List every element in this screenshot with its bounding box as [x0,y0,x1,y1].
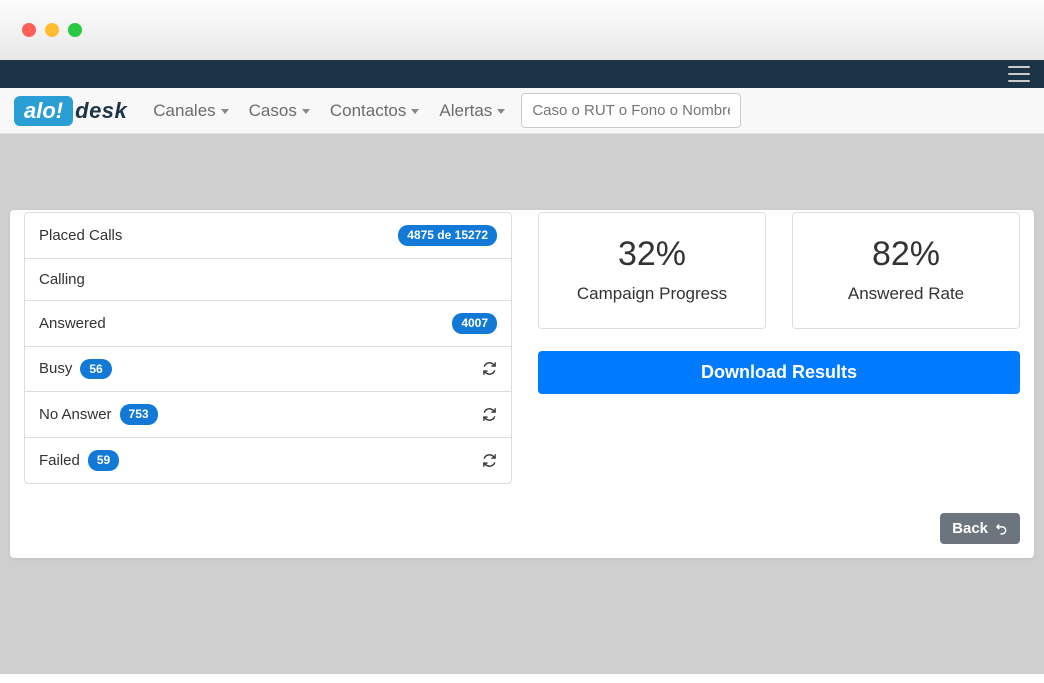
chevron-down-icon [302,109,310,114]
logo[interactable]: alo! desk [14,96,127,126]
navbar: alo! desk Canales Casos Contactos Alerta… [0,88,1044,134]
list-item-answered[interactable]: Answered 4007 [25,301,511,347]
item-label: Failed [39,452,80,469]
chevron-down-icon [411,109,419,114]
stats-column: 32% Campaign Progress 82% Answered Rate … [538,212,1020,394]
window-chrome [0,0,1044,60]
nav-items: Canales Casos Contactos Alertas [153,101,505,121]
hamburger-menu-icon[interactable] [1008,66,1030,82]
nav-label: Contactos [330,101,407,121]
badge-failed: 59 [88,450,119,471]
stat-answered-rate: 82% Answered Rate [792,212,1020,329]
list-item-placed-calls[interactable]: Placed Calls 4875 de 15272 [25,213,511,259]
undo-icon [994,521,1008,535]
stat-campaign-progress: 32% Campaign Progress [538,212,766,329]
item-label: Calling [39,271,85,288]
list-item-no-answer[interactable]: No Answer 753 [25,392,511,438]
item-label: Placed Calls [39,227,122,244]
list-item-busy[interactable]: Busy 56 [25,347,511,393]
nav-label: Canales [153,101,215,121]
nav-alertas[interactable]: Alertas [439,101,505,121]
back-label: Back [952,520,988,537]
nav-contactos[interactable]: Contactos [330,101,420,121]
refresh-icon[interactable] [482,407,497,422]
item-label: Busy [39,360,72,377]
nav-label: Alertas [439,101,492,121]
back-button[interactable]: Back [940,513,1020,544]
stat-label: Answered Rate [803,284,1009,304]
main-panel: Placed Calls 4875 de 15272 Calling Answe… [10,210,1034,558]
chevron-down-icon [221,109,229,114]
stat-value: 82% [803,235,1009,274]
window-close-dot[interactable] [22,23,36,37]
logo-text: desk [75,98,127,124]
nav-casos[interactable]: Casos [249,101,310,121]
item-label: No Answer [39,406,112,423]
list-item-calling[interactable]: Calling [25,259,511,301]
nav-canales[interactable]: Canales [153,101,228,121]
stat-label: Campaign Progress [549,284,755,304]
chevron-down-icon [497,109,505,114]
list-item-failed[interactable]: Failed 59 [25,438,511,483]
topbar [0,60,1044,88]
badge-no-answer: 753 [120,404,158,425]
search-input[interactable] [521,93,741,128]
page-background: Placed Calls 4875 de 15272 Calling Answe… [0,134,1044,674]
badge-busy: 56 [80,359,111,380]
stat-value: 32% [549,235,755,274]
item-label: Answered [39,315,106,332]
refresh-icon[interactable] [482,453,497,468]
logo-bubble: alo! [14,96,73,126]
window-minimize-dot[interactable] [45,23,59,37]
call-status-list: Placed Calls 4875 de 15272 Calling Answe… [24,212,512,484]
window-zoom-dot[interactable] [68,23,82,37]
refresh-icon[interactable] [482,361,497,376]
badge-answered: 4007 [452,313,497,334]
download-results-button[interactable]: Download Results [538,351,1020,394]
nav-label: Casos [249,101,297,121]
badge-placed-calls: 4875 de 15272 [398,225,497,246]
